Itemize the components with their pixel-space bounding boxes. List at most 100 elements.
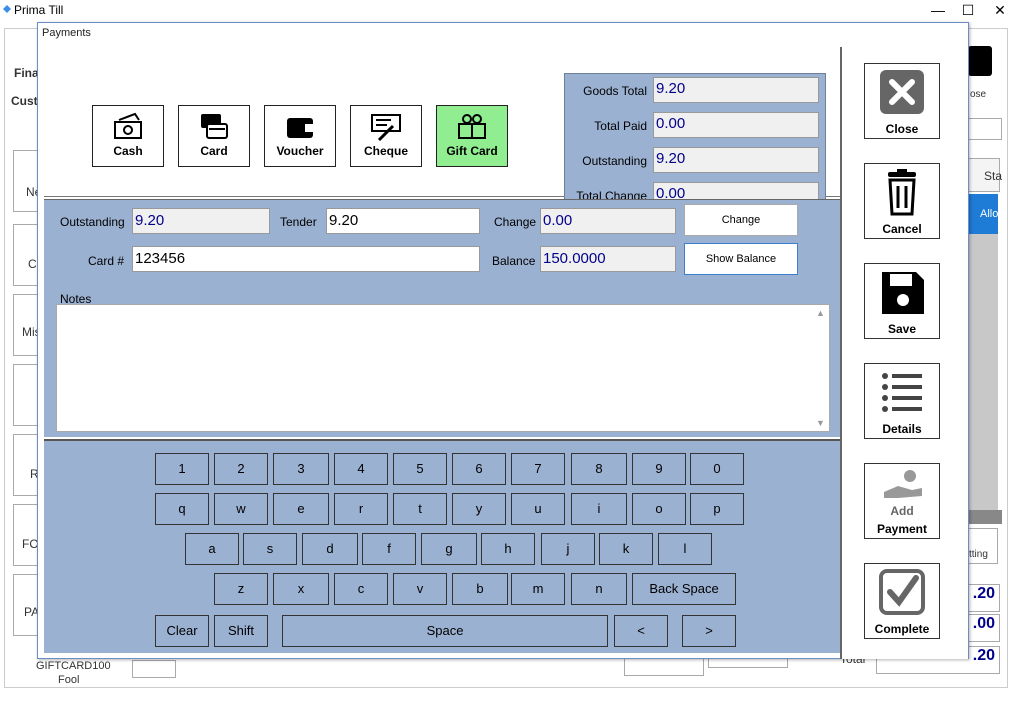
key-shift[interactable]: Shift bbox=[214, 615, 268, 647]
key-l[interactable]: l bbox=[658, 533, 712, 565]
close-button[interactable]: Close bbox=[864, 63, 940, 139]
scroll-up-icon[interactable]: ▲ bbox=[816, 308, 825, 318]
dialog-title: Payments bbox=[42, 27, 91, 39]
notes-textarea[interactable] bbox=[56, 304, 830, 432]
key-q[interactable]: q bbox=[155, 493, 209, 525]
key-a[interactable]: a bbox=[185, 533, 239, 565]
key-b[interactable]: b bbox=[452, 573, 508, 605]
tender-cheque-button[interactable]: Cheque bbox=[350, 105, 422, 167]
bg-side-item: Mis bbox=[13, 294, 41, 356]
key-t[interactable]: t bbox=[393, 493, 447, 525]
key-space[interactable]: Space bbox=[282, 615, 608, 647]
total-paid-label: Total Paid bbox=[594, 119, 647, 133]
tender-gift-card-button[interactable]: Gift Card bbox=[436, 105, 508, 167]
key-4[interactable]: 4 bbox=[334, 453, 388, 485]
key-left[interactable]: < bbox=[614, 615, 668, 647]
bg-side-item bbox=[13, 364, 39, 426]
key-v[interactable]: v bbox=[393, 573, 447, 605]
card-number-label: Card # bbox=[88, 254, 125, 268]
bg-side-item: FO bbox=[13, 504, 39, 566]
bg-side-item: Ne bbox=[13, 150, 41, 212]
onscreen-keyboard: 1 2 3 4 5 6 7 8 9 0 q w e r t y u i o p … bbox=[44, 439, 840, 653]
bg-gift-line: GIFTCARD100 bbox=[36, 660, 111, 672]
key-n[interactable]: n bbox=[571, 573, 627, 605]
tender-card-button[interactable]: Card bbox=[178, 105, 250, 167]
key-right[interactable]: > bbox=[682, 615, 736, 647]
gift-card-icon bbox=[458, 114, 486, 139]
tender-input[interactable]: 9.20 bbox=[326, 208, 480, 234]
save-button[interactable]: Save bbox=[864, 263, 940, 339]
bg-grid bbox=[968, 234, 998, 510]
key-m[interactable]: m bbox=[511, 573, 565, 605]
bg-status-value: Allo bbox=[968, 194, 998, 234]
key-g[interactable]: g bbox=[421, 533, 477, 565]
tender-voucher-button[interactable]: Voucher bbox=[264, 105, 336, 167]
bg-setting-button: tting bbox=[968, 528, 998, 564]
key-clear[interactable]: Clear bbox=[155, 615, 209, 647]
bg-side-item: R bbox=[13, 434, 39, 496]
key-r[interactable]: r bbox=[334, 493, 388, 525]
card-number-input[interactable]: 123456 bbox=[132, 246, 480, 272]
details-button[interactable]: Details bbox=[864, 363, 940, 439]
totals-panel: Goods Total 9.20 Total Paid 0.00 Outstan… bbox=[564, 73, 826, 213]
cash-icon bbox=[114, 112, 142, 139]
minimize-icon[interactable]: — bbox=[924, 2, 952, 20]
key-7[interactable]: 7 bbox=[511, 453, 565, 485]
card-icon bbox=[201, 114, 228, 139]
key-backspace[interactable]: Back Space bbox=[632, 573, 736, 605]
bg-label-fina: Fina bbox=[14, 66, 39, 80]
payment-form-panel: Outstanding 9.20 Tender 9.20 Change 0.00… bbox=[44, 199, 840, 437]
key-0[interactable]: 0 bbox=[690, 453, 744, 485]
bg-gift-line2: Fool bbox=[58, 674, 80, 686]
key-d[interactable]: d bbox=[302, 533, 358, 565]
wallet-icon bbox=[287, 118, 313, 138]
key-p[interactable]: p bbox=[690, 493, 744, 525]
key-c[interactable]: c bbox=[334, 573, 388, 605]
payments-dialog: Payments Cash Card Voucher Cheque Gift C… bbox=[37, 22, 969, 659]
key-j[interactable]: j bbox=[541, 533, 595, 565]
total-paid-field: 0.00 bbox=[653, 112, 819, 138]
notes-scrollbar[interactable]: ▲ ▼ bbox=[814, 306, 828, 430]
bg-cell bbox=[132, 660, 176, 678]
complete-button[interactable]: Complete bbox=[864, 563, 940, 639]
key-w[interactable]: w bbox=[214, 493, 268, 525]
app-title: Prima Till bbox=[14, 3, 64, 17]
change-button[interactable]: Change bbox=[684, 204, 798, 236]
key-z[interactable]: z bbox=[214, 573, 268, 605]
scroll-down-icon[interactable]: ▼ bbox=[816, 418, 825, 428]
key-i[interactable]: i bbox=[571, 493, 627, 525]
bg-scroll bbox=[968, 510, 1002, 524]
app-titlebar: Prima Till — ☐ ✕ bbox=[0, 0, 1013, 22]
key-f[interactable]: f bbox=[362, 533, 416, 565]
key-y[interactable]: y bbox=[452, 493, 506, 525]
key-x[interactable]: x bbox=[273, 573, 329, 605]
key-k[interactable]: k bbox=[599, 533, 653, 565]
key-u[interactable]: u bbox=[511, 493, 565, 525]
key-h[interactable]: h bbox=[481, 533, 535, 565]
outstanding-label: Outstanding bbox=[582, 154, 647, 168]
key-5[interactable]: 5 bbox=[393, 453, 447, 485]
show-balance-button[interactable]: Show Balance bbox=[684, 243, 798, 275]
maximize-icon[interactable]: ☐ bbox=[954, 2, 982, 20]
key-o[interactable]: o bbox=[632, 493, 686, 525]
actions-column: Close Cancel Save Details Add Payment Co… bbox=[840, 47, 968, 659]
app-logo-icon bbox=[1, 3, 13, 18]
bg-close-icon bbox=[968, 46, 992, 76]
add-payment-button[interactable]: Add Payment bbox=[864, 463, 940, 539]
form-outstanding-field: 9.20 bbox=[132, 208, 270, 234]
key-e[interactable]: e bbox=[273, 493, 329, 525]
key-2[interactable]: 2 bbox=[214, 453, 268, 485]
bg-side-item: PA bbox=[13, 574, 39, 636]
tender-cash-button[interactable]: Cash bbox=[92, 105, 164, 167]
key-6[interactable]: 6 bbox=[452, 453, 506, 485]
key-9[interactable]: 9 bbox=[632, 453, 686, 485]
key-1[interactable]: 1 bbox=[155, 453, 209, 485]
cancel-button[interactable]: Cancel bbox=[864, 163, 940, 239]
bg-close-label: ose bbox=[970, 89, 987, 100]
close-window-icon[interactable]: ✕ bbox=[986, 2, 1013, 20]
bg-label-cust: Cust bbox=[11, 94, 38, 108]
key-3[interactable]: 3 bbox=[273, 453, 329, 485]
bg-side-item: C bbox=[13, 224, 39, 286]
key-s[interactable]: s bbox=[243, 533, 297, 565]
key-8[interactable]: 8 bbox=[571, 453, 627, 485]
